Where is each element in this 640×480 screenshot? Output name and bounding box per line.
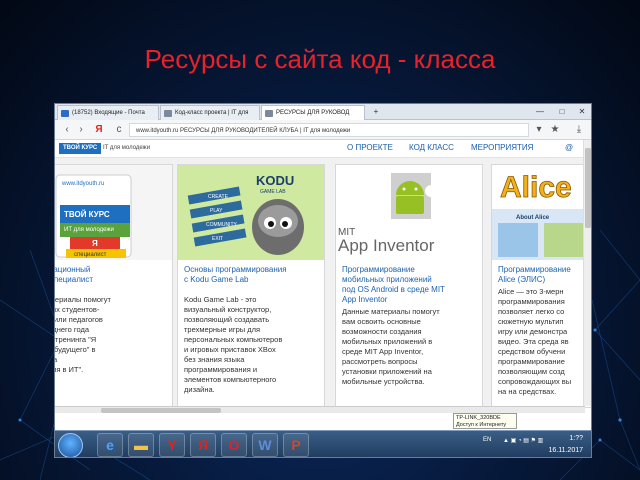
word-icon[interactable]: W — [252, 433, 278, 457]
network-tooltip: TP-LINK_320BDE Доступ к Интернету — [453, 413, 517, 429]
tooltip-network-name: TP-LINK_320BDE — [456, 415, 501, 421]
card-image: KODU GAME LAB CREATE PLAY COMMUNITY EXIT — [178, 165, 324, 260]
bookmark-icon[interactable]: ▾ — [533, 124, 545, 136]
tab-kod-klass[interactable]: Код-класс проекта | IT для — [160, 105, 260, 120]
scroll-thumb[interactable] — [101, 408, 221, 413]
card-app-inventor[interactable]: MIT App Inventor Программирование мобиль… — [335, 164, 483, 408]
yandex-home-button[interactable]: Я — [93, 124, 105, 136]
close-button[interactable]: ✕ — [575, 106, 589, 117]
card-image-text: GAME LAB — [260, 189, 286, 195]
card-image: MIT App Inventor — [336, 165, 482, 260]
card-image-text: CREATE — [208, 194, 229, 200]
language-indicator[interactable]: EN — [483, 437, 491, 443]
card-title[interactable]: Программирование мобильных приложений по… — [342, 265, 480, 305]
nav-more[interactable]: @ — [565, 141, 573, 155]
card-image-text: ИТ для молодежи — [64, 227, 114, 233]
card-image-text: App Inventor — [338, 236, 435, 255]
forward-button[interactable]: › — [75, 124, 87, 136]
site-header: ТВОЙ КУРС IT для молодежи О ПРОЕКТЕ КОД … — [55, 140, 591, 158]
card-image-text: KODU — [256, 173, 294, 188]
mail-icon — [61, 110, 69, 117]
start-button[interactable] — [58, 433, 83, 457]
powerpoint-icon[interactable]: P — [283, 433, 309, 457]
page-icon — [164, 110, 172, 117]
browser-screenshot: (18752) Входящие - Почта Код-класс проек… — [54, 103, 592, 458]
tab-label: РЕСУРСЫ ДЛЯ РУКОВОД — [276, 110, 350, 116]
site-logo[interactable]: ТВОЙ КУРС — [59, 143, 102, 154]
card-image-text: Я — [92, 239, 98, 248]
tray-icons[interactable]: ▲ ▣ ◔ ▤ ⚑ ▥ — [503, 437, 543, 444]
card-image: Alice About Alice — [492, 165, 591, 260]
clock-time[interactable]: 1:?? — [569, 435, 583, 442]
card-image-text: COMMUNITY — [206, 222, 237, 228]
card-image-text: EXIT — [212, 236, 223, 242]
tab-mail[interactable]: (18752) Входящие - Почта — [57, 105, 159, 120]
card-kodu[interactable]: KODU GAME LAB CREATE PLAY COMMUNITY EXIT… — [177, 164, 325, 408]
card-image-text: About Alice — [516, 215, 550, 221]
maximize-button[interactable]: □ — [555, 106, 569, 117]
card-title[interactable]: Программирование Alice (ЭЛИС) — [498, 265, 591, 285]
tooltip-status: Доступ к Интернету — [456, 422, 507, 428]
card-image-text: PLAY — [210, 208, 223, 214]
address-bar: ‹ › Я c www.itdyouth.ru РЕСУРСЫ ДЛЯ РУКО… — [55, 120, 591, 140]
card-alice[interactable]: Alice About Alice Программирование Alice… — [491, 164, 591, 408]
ie-icon[interactable]: e — [97, 433, 123, 457]
yandex-icon[interactable]: Я — [190, 433, 216, 457]
tab-label: (18752) Входящие - Почта — [72, 110, 145, 116]
scroll-thumb[interactable] — [585, 148, 591, 228]
tab-bar: (18752) Входящие - Почта Код-класс проек… — [55, 104, 591, 120]
minimize-button[interactable]: — — [533, 106, 547, 117]
card-image-text: Alice — [500, 171, 572, 204]
url-field[interactable]: www.itdyouth.ru РЕСУРСЫ ДЛЯ РУКОВОДИТЕЛЕ… — [129, 123, 529, 137]
card-description: Kodu Game Lab - это визуальный конструкт… — [184, 295, 283, 394]
download-icon[interactable]: ⤓ — [573, 124, 585, 136]
site-tagline: IT для молодежи — [103, 145, 151, 151]
card-title[interactable]: Основы программирования с Kodu Game Lab — [184, 265, 322, 285]
card-description: Данные материалы помогут вам освоить осн… — [342, 307, 440, 386]
card-image: www.itdyouth.ru ТВОЙ КУРС ИТ для молодеж… — [55, 165, 172, 260]
nav-about[interactable]: О ПРОЕКТЕ — [347, 141, 393, 155]
slide-title: Ресурсы с сайта код - класса — [144, 44, 496, 74]
card-image-text: www.itdyouth.ru — [61, 181, 104, 187]
new-tab-button[interactable]: + — [369, 106, 383, 117]
clock-date[interactable]: 16.11.2017 — [548, 447, 583, 454]
card-image-text: ТВОЙ КУРС — [64, 210, 110, 219]
opera-icon[interactable]: O — [221, 433, 247, 457]
card-description: не материалы помогут дующих студентов- т… — [54, 295, 111, 374]
reload-button[interactable]: c — [113, 124, 125, 136]
card-description: Alice — это 3-мерн программирования позв… — [498, 287, 572, 396]
card-image-text: специалист — [74, 252, 107, 258]
resource-cards: www.itdyouth.ru ТВОЙ КУРС ИТ для молодеж… — [54, 158, 591, 408]
folder-icon[interactable]: ▬ — [128, 433, 154, 457]
card-it-specialist[interactable]: www.itdyouth.ru ТВОЙ КУРС ИТ для молодеж… — [54, 164, 173, 408]
yandex-browser-icon[interactable]: Y — [159, 433, 185, 457]
horizontal-scrollbar[interactable] — [55, 406, 585, 413]
card-title[interactable]: риентационный т "IT специалист щего" — [55, 265, 170, 295]
star-icon[interactable]: ★ — [549, 124, 561, 136]
tab-label: Код-класс проекта | IT для — [175, 110, 249, 116]
back-button[interactable]: ‹ — [61, 124, 73, 136]
page-icon — [265, 110, 273, 117]
nav-events[interactable]: МЕРОПРИЯТИЯ — [471, 141, 533, 155]
nav-kod-klass[interactable]: КОД КЛАСС — [409, 141, 454, 155]
vertical-scrollbar[interactable] — [583, 140, 591, 406]
tab-resources[interactable]: РЕСУРСЫ ДЛЯ РУКОВОД — [261, 105, 365, 120]
taskbar: e ▬ Y Я O W P EN ▲ ▣ ◔ ▤ ⚑ ▥ 1:?? 16.11.2017 — [55, 430, 591, 457]
